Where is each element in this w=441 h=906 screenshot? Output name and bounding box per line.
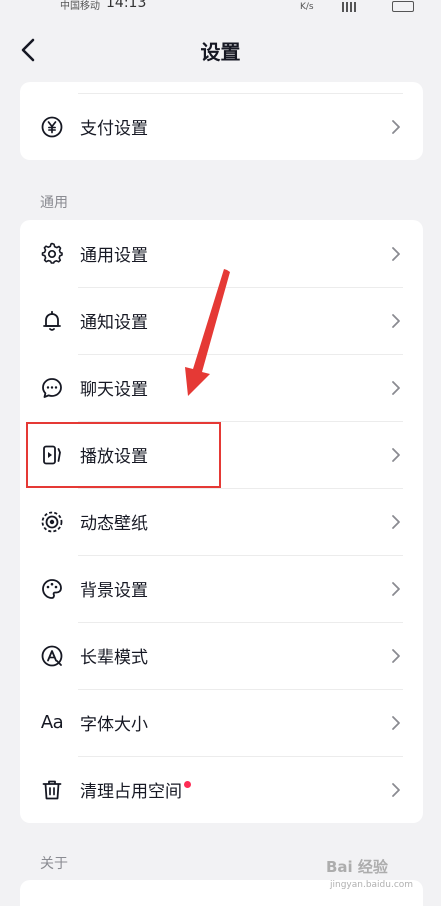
settings-row-label-wrap: 清理占用空间: [80, 777, 191, 802]
settings-row-label: 聊天设置: [80, 380, 148, 400]
settings-row-elder-mode[interactable]: 长辈模式: [20, 622, 423, 689]
carrier-label: 中国移动: [60, 1, 100, 12]
baidu-jingyan-watermark: Bai 经验 jingyan.baidu.com: [326, 852, 436, 898]
chevron-right-icon: [392, 782, 400, 797]
elder-mode-icon: [40, 644, 64, 668]
account-settings-card: 支付设置: [20, 82, 423, 160]
chevron-right-icon: [392, 581, 400, 596]
watermark-logo-text: Bai 经验: [326, 858, 388, 876]
settings-row-label: 播放设置: [80, 447, 148, 467]
watermark-url: jingyan.baidu.com: [330, 880, 414, 890]
signal-icon: [342, 2, 356, 12]
bell-icon: [40, 309, 64, 333]
settings-row-playback[interactable]: 播放设置: [20, 421, 423, 488]
settings-row-font-size[interactable]: Aa 字体大小: [20, 689, 423, 756]
page-title: 设置: [200, 40, 241, 64]
font-size-icon: Aa: [40, 712, 64, 733]
chevron-right-icon: [392, 313, 400, 328]
settings-row-chat[interactable]: 聊天设置: [20, 354, 423, 421]
section-title-about: 关于: [40, 856, 68, 872]
settings-row-label: 通用设置: [80, 246, 148, 266]
settings-row-label: 背景设置: [80, 581, 148, 601]
chevron-right-icon: [392, 447, 400, 462]
settings-row-background[interactable]: 背景设置: [20, 555, 423, 622]
settings-row-payment[interactable]: 支付设置: [20, 93, 423, 160]
settings-row-label: 长辈模式: [80, 648, 148, 668]
chevron-right-icon: [392, 380, 400, 395]
nav-header: 设置: [0, 24, 441, 76]
settings-row-label: 通知设置: [80, 313, 148, 333]
section-title-general: 通用: [40, 195, 68, 211]
chevron-right-icon: [392, 715, 400, 730]
play-screen-icon: [40, 443, 64, 467]
battery-icon: [392, 1, 414, 12]
settings-row-label: 字体大小: [80, 715, 148, 735]
status-bar: 中国移动 14:13 K/s: [0, 0, 441, 16]
settings-row-general[interactable]: 通用设置: [20, 220, 423, 287]
status-time: 14:13: [106, 0, 147, 11]
general-settings-card: 通用设置 通知设置 聊天设置 播放设置 动态壁纸 背景设置 长辈模式 Aa 字体…: [20, 220, 423, 823]
settings-row-label: 支付设置: [80, 119, 148, 139]
trash-icon: [40, 778, 64, 802]
settings-row-label: 动态壁纸: [80, 514, 148, 534]
chevron-right-icon: [392, 246, 400, 261]
settings-row-label: 清理占用空间: [80, 782, 182, 802]
palette-icon: [40, 577, 64, 601]
notification-dot: [184, 781, 191, 788]
yen-icon: [40, 115, 64, 139]
chat-bubble-icon: [40, 376, 64, 400]
chevron-right-icon: [392, 514, 400, 529]
chevron-right-icon: [392, 119, 400, 134]
settings-row-notification[interactable]: 通知设置: [20, 287, 423, 354]
settings-row-live-wallpaper[interactable]: 动态壁纸: [20, 488, 423, 555]
gear-icon: [40, 242, 64, 266]
live-wallpaper-icon: [40, 510, 64, 534]
chevron-right-icon: [392, 648, 400, 663]
settings-row-clear-storage[interactable]: 清理占用空间: [20, 756, 423, 823]
network-speed: K/s: [300, 2, 314, 12]
